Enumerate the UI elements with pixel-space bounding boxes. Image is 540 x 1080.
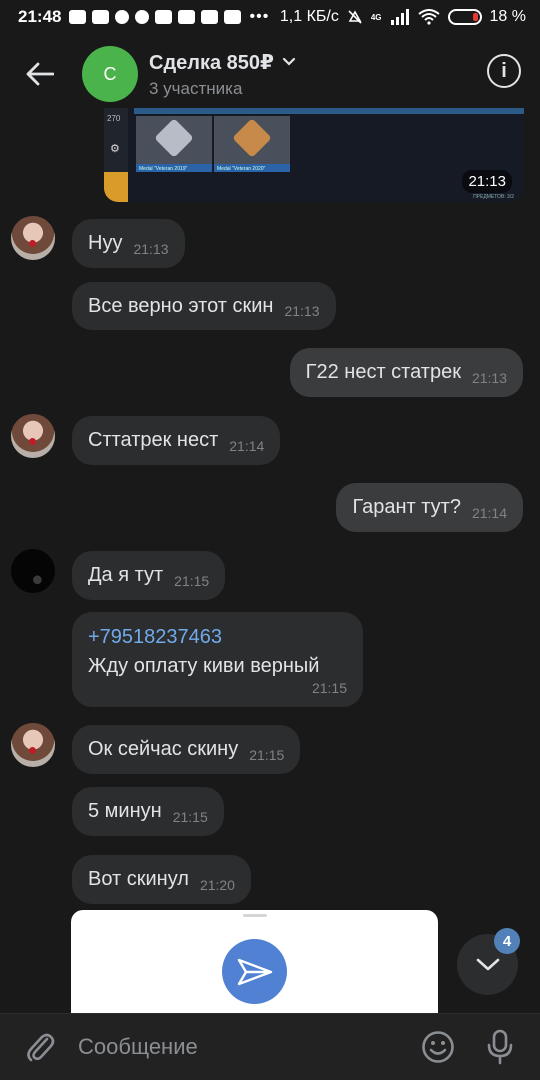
paperclip-icon	[27, 1033, 55, 1062]
emoji-button[interactable]	[420, 1029, 456, 1065]
message-bubble-outgoing[interactable]: Гарант тут? 21:14	[336, 483, 523, 532]
game-counter: 270	[107, 114, 121, 123]
message-time: 21:15	[172, 808, 208, 825]
youtube-icon-3	[201, 10, 219, 24]
youtube-icon-4	[224, 10, 242, 24]
battery-icon	[447, 9, 482, 25]
medal-tile-2019: Medal "Veteran 2019"	[136, 116, 212, 172]
avatar[interactable]	[11, 549, 55, 593]
network-speed: 1,1 КБ/с	[279, 8, 339, 25]
scroll-down-button[interactable]: 4	[457, 928, 520, 995]
message-time: 21:13	[462, 170, 512, 193]
message-time: 21:13	[284, 303, 320, 319]
message-time: 21:15	[174, 572, 210, 589]
message-time: 21:15	[249, 746, 285, 763]
message-time: 21:14	[471, 504, 507, 521]
message-bubble[interactable]: Все верно этот скин 21:13	[72, 282, 336, 330]
status-bar: 21:48 ••• 1,1 КБ/с 4G 18 %	[0, 0, 540, 34]
wifi-icon	[417, 9, 440, 25]
message-text: Нуу	[88, 232, 123, 254]
attach-button[interactable]	[22, 1029, 58, 1065]
game-topbar	[134, 108, 524, 114]
microphone-icon	[487, 1029, 513, 1065]
message-bubble[interactable]: Вот скинул 21:20	[72, 855, 251, 904]
chevron-down-icon	[282, 57, 296, 66]
network-type: 4G	[370, 12, 382, 22]
message-text: Г22 нест статрек	[305, 361, 461, 383]
paper-plane-icon	[237, 958, 272, 985]
info-icon: i	[501, 59, 507, 82]
message-bubble[interactable]: +79518237463 Жду оплату киви верный 21:1…	[72, 612, 363, 707]
message-notification-icon	[69, 10, 87, 24]
chat-title: Сделка 850₽	[149, 51, 274, 74]
message-text: 5 минун	[88, 800, 162, 822]
chat-title-block[interactable]: Сделка 850₽ 3 участника	[149, 50, 296, 99]
message-text: Сттатрек нест	[88, 429, 219, 451]
message-text: Все верно этот скин	[88, 294, 274, 317]
tiktok-icon-2	[135, 10, 150, 24]
youtube-icon-2	[178, 10, 196, 24]
youtube-icon	[155, 10, 173, 24]
medal-caption: Medal "Veteran 2020"	[217, 166, 266, 172]
message-time: 21:13	[133, 240, 169, 257]
medal-tile-2020: Medal "Veteran 2020"	[214, 116, 290, 172]
info-button[interactable]: i	[487, 54, 521, 88]
avatar[interactable]	[11, 723, 55, 767]
message-time: 21:13	[471, 369, 507, 386]
back-button[interactable]	[20, 54, 60, 94]
gear-icon: ⚙	[110, 143, 120, 155]
mute-icon	[348, 10, 362, 24]
medal-caption: Medal "Veteran 2019"	[139, 166, 188, 172]
message-bubble[interactable]: Нуу 21:13	[72, 219, 185, 268]
message-text: Да я тут	[88, 564, 164, 586]
sheet-handle[interactable]	[243, 914, 267, 917]
play-store-icon	[92, 10, 110, 24]
chat-avatar[interactable]: С	[82, 46, 138, 102]
message-bubble[interactable]: 5 минун 21:15	[72, 787, 224, 836]
message-time: 21:15	[311, 680, 347, 696]
message-text: Жду оплату киви верный	[88, 655, 320, 677]
tiktok-icon	[115, 10, 130, 24]
voice-record-button[interactable]	[482, 1029, 518, 1065]
message-time: 21:20	[199, 876, 235, 893]
message-text: Вот скинул	[88, 868, 189, 890]
message-bubble[interactable]: Ок сейчас скину 21:15	[72, 725, 301, 774]
message-text: Гарант тут?	[352, 496, 461, 518]
silver-medal-icon	[154, 118, 194, 158]
send-button[interactable]	[222, 939, 287, 1004]
arrow-left-icon	[26, 62, 54, 86]
image-attachment[interactable]: 270 ⚙ Medal "Veteran 2019" Medal "Vetera…	[104, 108, 524, 202]
share-sheet	[71, 910, 438, 1013]
chat-subtitle: 3 участника	[149, 78, 243, 98]
mail-icon	[104, 172, 128, 202]
message-composer: Сообщение	[0, 1013, 540, 1080]
status-time: 21:48	[18, 7, 62, 26]
avatar[interactable]	[11, 216, 55, 260]
chat-header: С Сделка 850₽ 3 участника i	[0, 34, 540, 114]
game-footer: ПРЕДМЕТОВ: 3/2	[473, 194, 514, 200]
message-bubble[interactable]: Сттатрек нест 21:14	[72, 416, 281, 465]
phone-link[interactable]: +79518237463	[88, 626, 347, 649]
smile-icon	[422, 1031, 454, 1063]
bronze-medal-icon	[232, 118, 272, 158]
message-bubble-outgoing[interactable]: Г22 нест статрек 21:13	[289, 348, 523, 397]
unread-badge: 4	[494, 928, 520, 954]
notification-icons	[69, 10, 242, 24]
message-time: 21:14	[229, 437, 265, 454]
game-sidebar: 270 ⚙	[104, 108, 128, 202]
message-input[interactable]: Сообщение	[78, 1027, 420, 1067]
chevron-down-icon	[476, 958, 499, 970]
avatar[interactable]	[11, 414, 55, 458]
battery-level: 18 %	[489, 8, 526, 25]
more-notifications-icon: •••	[249, 8, 270, 25]
message-bubble[interactable]: Да я тут 21:15	[72, 551, 226, 600]
chat-title-row[interactable]: Сделка 850₽	[149, 50, 296, 75]
message-text: Ок сейчас скину	[88, 738, 239, 760]
signal-icon	[390, 9, 409, 25]
